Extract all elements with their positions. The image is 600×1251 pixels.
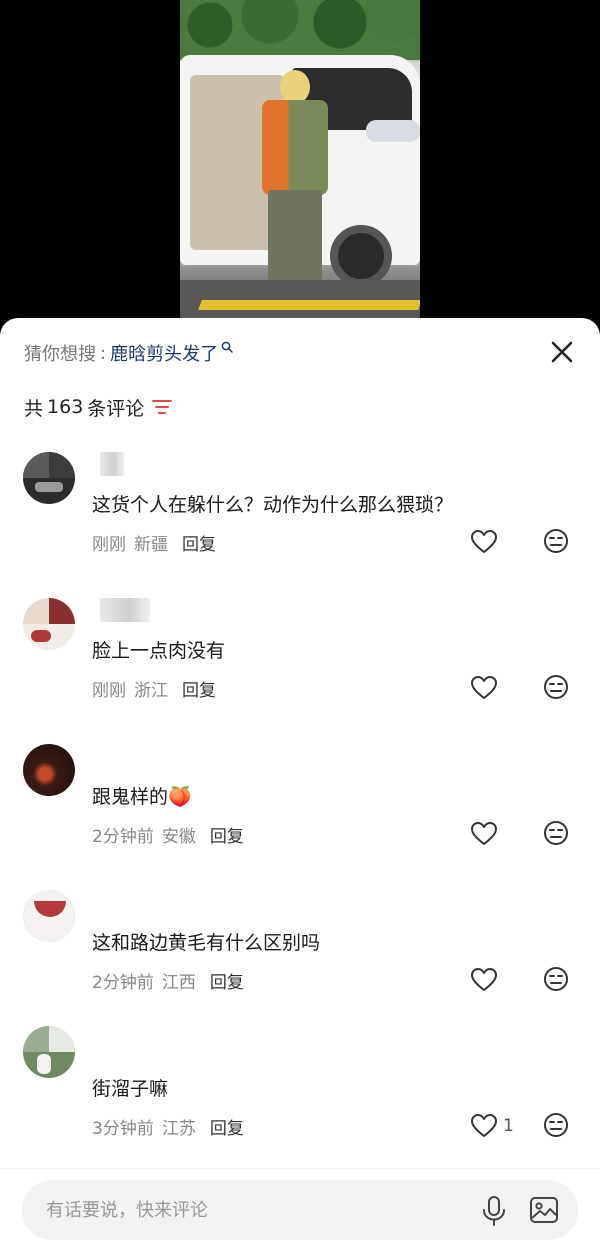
comment-text: 这货个人在躲什么？动作为什么那么猥琐？ bbox=[92, 494, 454, 516]
comment-location: 江苏 bbox=[161, 1119, 196, 1139]
comment-time: 刚刚 bbox=[92, 535, 126, 555]
count-number: 163 bbox=[47, 396, 84, 418]
dislike-face-icon[interactable] bbox=[543, 1112, 569, 1138]
avatar[interactable] bbox=[23, 1026, 75, 1078]
comment-item: 脸上一点肉没有 刚刚 浙江 回复 bbox=[0, 598, 600, 738]
comment-time: 2分钟前 bbox=[92, 827, 154, 847]
filter-icon[interactable] bbox=[152, 398, 173, 416]
comment-item: 这货个人在躲什么？动作为什么那么猥琐？ 刚刚 新疆 回复 bbox=[0, 452, 600, 592]
guess-label: 猜你想搜 bbox=[24, 344, 96, 365]
comment-sheet: 猜你想搜 : 鹿晗剪头发了 共 163 条评论 这货个人在躲什么？动作为什么那么… bbox=[0, 318, 600, 1251]
comment-input[interactable] bbox=[46, 1180, 426, 1240]
reply-button[interactable]: 回复 bbox=[210, 822, 244, 847]
dislike-face-icon[interactable] bbox=[543, 966, 569, 992]
image-icon[interactable] bbox=[528, 1194, 560, 1226]
comment-location: 江西 bbox=[161, 973, 196, 993]
comment-time: 3分钟前 bbox=[92, 1119, 154, 1139]
like-button[interactable] bbox=[470, 674, 503, 702]
divider bbox=[0, 1168, 600, 1169]
nickname-blurred[interactable] bbox=[100, 452, 124, 476]
comment-count-row: 共 163 条评论 bbox=[24, 394, 173, 420]
avatar[interactable] bbox=[23, 890, 75, 942]
guess-separator: : bbox=[100, 342, 107, 364]
comment-item: 跟鬼样的🍑 2分钟前 安徽 回复 bbox=[0, 744, 600, 884]
guess-query-link[interactable]: 鹿晗剪头发了 bbox=[110, 340, 218, 366]
like-button[interactable]: 1 bbox=[470, 1112, 514, 1140]
comment-location: 安徽 bbox=[161, 827, 196, 847]
comment-item: 这和路边黄毛有什么区别吗 2分钟前 江西 回复 bbox=[0, 890, 600, 1030]
avatar[interactable] bbox=[23, 598, 75, 650]
comment-input-bar[interactable] bbox=[22, 1180, 578, 1240]
count-prefix: 共 bbox=[24, 397, 44, 420]
comment-text: 街溜子嘛 bbox=[92, 1078, 169, 1100]
dislike-face-icon[interactable] bbox=[543, 528, 569, 554]
comment-item: 街溜子嘛 3分钟前 江苏 回复 1 bbox=[0, 1026, 600, 1166]
comment-location: 新疆 bbox=[134, 535, 168, 555]
comment-location: 浙江 bbox=[134, 681, 168, 701]
comment-text: 跟鬼样的🍑 bbox=[92, 786, 192, 808]
dislike-face-icon[interactable] bbox=[543, 674, 569, 700]
reply-button[interactable]: 回复 bbox=[210, 1114, 244, 1139]
nickname-blurred[interactable] bbox=[100, 598, 150, 622]
comment-text: 脸上一点肉没有 bbox=[92, 640, 226, 662]
like-button[interactable] bbox=[470, 820, 503, 848]
like-button[interactable] bbox=[470, 528, 503, 556]
heart-icon bbox=[471, 676, 497, 699]
heart-icon bbox=[471, 530, 497, 553]
heart-icon bbox=[471, 968, 497, 991]
count-suffix: 条评论 bbox=[87, 397, 145, 420]
like-button[interactable] bbox=[470, 966, 503, 994]
dislike-face-icon[interactable] bbox=[543, 820, 569, 846]
guess-search-row[interactable]: 猜你想搜 : 鹿晗剪头发了 bbox=[24, 340, 233, 366]
mic-icon[interactable] bbox=[480, 1195, 508, 1227]
search-icon bbox=[221, 341, 233, 353]
heart-icon bbox=[471, 1114, 497, 1137]
video-area[interactable] bbox=[0, 0, 600, 330]
comment-time: 2分钟前 bbox=[92, 973, 154, 993]
avatar[interactable] bbox=[23, 452, 75, 504]
comment-meta: 刚刚 新疆 回复 bbox=[92, 530, 216, 555]
avatar[interactable] bbox=[23, 744, 75, 796]
comment-meta: 2分钟前 安徽 回复 bbox=[92, 822, 244, 847]
reply-button[interactable]: 回复 bbox=[182, 676, 216, 701]
reply-button[interactable]: 回复 bbox=[182, 530, 216, 555]
comment-text: 这和路边黄毛有什么区别吗 bbox=[92, 932, 321, 954]
comment-meta: 刚刚 浙江 回复 bbox=[92, 676, 216, 701]
close-icon[interactable] bbox=[546, 336, 578, 368]
comment-time: 刚刚 bbox=[92, 681, 126, 701]
video-thumbnail[interactable] bbox=[180, 0, 420, 318]
comment-meta: 2分钟前 江西 回复 bbox=[92, 968, 244, 993]
heart-icon bbox=[471, 822, 497, 845]
reply-button[interactable]: 回复 bbox=[210, 968, 244, 993]
comment-meta: 3分钟前 江苏 回复 bbox=[92, 1114, 244, 1139]
like-count: 1 bbox=[503, 1116, 514, 1136]
